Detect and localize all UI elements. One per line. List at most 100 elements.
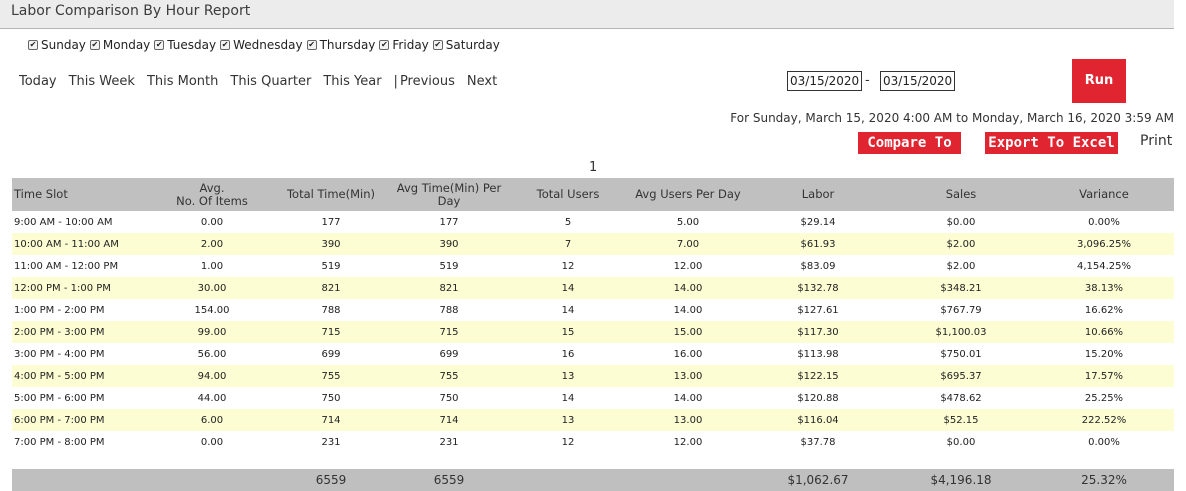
table-row: 6:00 PM - 7:00 PM 6.00 714 714 13 13.00 $116.0…: [12, 409, 1174, 431]
table-cell: 12.00: [673, 260, 703, 272]
table-cell: 222.52%: [1034, 409, 1174, 431]
day-sunday[interactable]: ✔ Sunday: [28, 38, 86, 52]
day-thursday[interactable]: ✔ Thursday: [306, 38, 375, 52]
table-cell: 0.00: [200, 216, 224, 228]
table-cell: $750.01: [940, 348, 982, 360]
table-cell: 16.62%: [1084, 304, 1124, 316]
table-cell: $132.78: [748, 277, 888, 299]
table-cell: 519: [321, 260, 341, 272]
table-cell: 30.00: [152, 277, 272, 299]
col-labor: Labor: [748, 178, 888, 211]
print-link[interactable]: Print: [1140, 133, 1172, 149]
range-this-year[interactable]: This Year: [323, 74, 381, 89]
total-cell: 6559: [390, 469, 508, 491]
checkbox-checked-icon[interactable]: ✔: [379, 40, 390, 50]
table-row: 10:00 AM - 11:00 AM 2.00 390 390 7 7.00 $61.93…: [12, 233, 1174, 255]
day-saturday[interactable]: ✔ Saturday: [432, 38, 500, 52]
col-sales: Sales: [888, 178, 1034, 211]
table-cell: $122.15: [748, 365, 888, 387]
range-this-week[interactable]: This Week: [69, 74, 135, 89]
table-cell: 44.00: [197, 392, 227, 404]
table-row: 12:00 PM - 1:00 PM 30.00 821 821 14 14.00 $132…: [12, 277, 1174, 299]
table-cell: $127.61: [797, 304, 839, 316]
table-cell: $116.04: [748, 409, 888, 431]
checkbox-checked-icon[interactable]: ✔: [154, 40, 165, 50]
table-cell: $52.15: [888, 409, 1034, 431]
table-cell: 17.57%: [1034, 365, 1174, 387]
day-friday[interactable]: ✔ Friday: [379, 38, 429, 52]
total-cell: $1,062.67: [748, 469, 888, 491]
table-header-row: Time Slot Avg. No. Of Items Total Time(Mi…: [12, 178, 1174, 211]
total-cell: 25.32%: [1034, 469, 1174, 491]
table-cell: 714: [272, 409, 390, 431]
date-to-input[interactable]: [880, 71, 955, 91]
page-number[interactable]: 1: [589, 160, 597, 175]
time-slot-cell: 9:00 AM - 10:00 AM: [14, 216, 113, 228]
range-this-month[interactable]: This Month: [147, 74, 218, 89]
checkbox-checked-icon[interactable]: ✔: [306, 40, 317, 50]
day-filter: ✔ Sunday ✔ Monday ✔ Tuesday ✔ Wednesday ✔ Thu…: [28, 38, 504, 52]
table-cell: 38.13%: [1034, 277, 1174, 299]
day-monday[interactable]: ✔ Monday: [89, 38, 150, 52]
col-avg-items: Avg. No. Of Items: [152, 178, 272, 211]
table-cell: $83.09: [800, 260, 836, 272]
table-cell: 788: [439, 304, 459, 316]
checkbox-checked-icon[interactable]: ✔: [28, 40, 38, 50]
table-row: 7:00 PM - 8:00 PM 0.00 231 231 12 12.00 $37.78…: [12, 431, 1174, 453]
table-cell: $767.79: [940, 304, 982, 316]
checkbox-checked-icon[interactable]: ✔: [89, 40, 100, 50]
table-cell: 13: [508, 409, 628, 431]
date-dash: -: [865, 73, 870, 88]
table-cell: 3,096.25%: [1034, 233, 1174, 255]
table-cell: 0.00: [200, 436, 224, 448]
table-cell: 821: [272, 277, 390, 299]
day-tuesday[interactable]: ✔ Tuesday: [154, 38, 216, 52]
table-row: 2:00 PM - 3:00 PM 99.00 715 715 15 15.00 $117.…: [12, 321, 1174, 343]
table-cell: 12.00: [673, 436, 703, 448]
export-excel-button[interactable]: Export To Excel: [985, 132, 1118, 154]
table-cell: $117.30: [748, 321, 888, 343]
report-body: 9:00 AM - 10:00 AM 0.00 177 177 5 5.00 $29.14 $…: [12, 211, 1174, 491]
time-slot-cell: 3:00 PM - 4:00 PM: [14, 348, 105, 360]
table-cell: 14.00: [673, 392, 703, 404]
compare-to-button[interactable]: Compare To: [858, 132, 961, 154]
total-cell: [12, 469, 152, 491]
table-cell: 14.00: [628, 277, 748, 299]
table-cell: 15.00: [628, 321, 748, 343]
table-row: 9:00 AM - 10:00 AM 0.00 177 177 5 5.00 $29.14 $…: [12, 211, 1174, 233]
table-cell: 7.00: [628, 233, 748, 255]
spacer-row: [12, 453, 1174, 469]
table-row: 1:00 PM - 2:00 PM 154.00 788 788 14 14.00 $127…: [12, 299, 1174, 321]
col-total-users: Total Users: [508, 178, 628, 211]
date-from-input[interactable]: [787, 71, 862, 91]
table-cell: 15.20%: [1084, 348, 1124, 360]
range-today[interactable]: Today: [19, 74, 57, 89]
total-cell: $4,196.18: [888, 469, 1034, 491]
table-cell: 788: [321, 304, 341, 316]
total-cell: [628, 469, 748, 491]
range-previous[interactable]: Previous: [400, 74, 455, 89]
checkbox-checked-icon[interactable]: ✔: [220, 40, 231, 50]
table-cell: 2.00: [152, 233, 272, 255]
table-cell: $37.78: [800, 436, 836, 448]
range-next[interactable]: Next: [467, 74, 497, 89]
table-cell: 699: [321, 348, 341, 360]
col-variance: Variance: [1034, 178, 1174, 211]
table-cell: $2.00: [888, 233, 1034, 255]
table-cell: 99.00: [152, 321, 272, 343]
table-cell: 4,154.25%: [1076, 260, 1132, 272]
run-button[interactable]: Run: [1072, 59, 1126, 103]
checkbox-checked-icon[interactable]: ✔: [432, 40, 443, 50]
table-cell: $0.00: [946, 216, 976, 228]
table-cell: 16: [561, 348, 575, 360]
table-cell: 10.66%: [1034, 321, 1174, 343]
table-cell: $478.62: [940, 392, 982, 404]
range-this-quarter[interactable]: This Quarter: [230, 74, 311, 89]
day-wednesday[interactable]: ✔ Wednesday: [220, 38, 303, 52]
table-cell: $120.88: [797, 392, 839, 404]
table-cell: 177: [439, 216, 459, 228]
col-time-slot: Time Slot: [12, 178, 152, 211]
time-slot-cell: 11:00 AM - 12:00 PM: [14, 260, 119, 272]
table-cell: 714: [390, 409, 508, 431]
table-cell: $348.21: [888, 277, 1034, 299]
